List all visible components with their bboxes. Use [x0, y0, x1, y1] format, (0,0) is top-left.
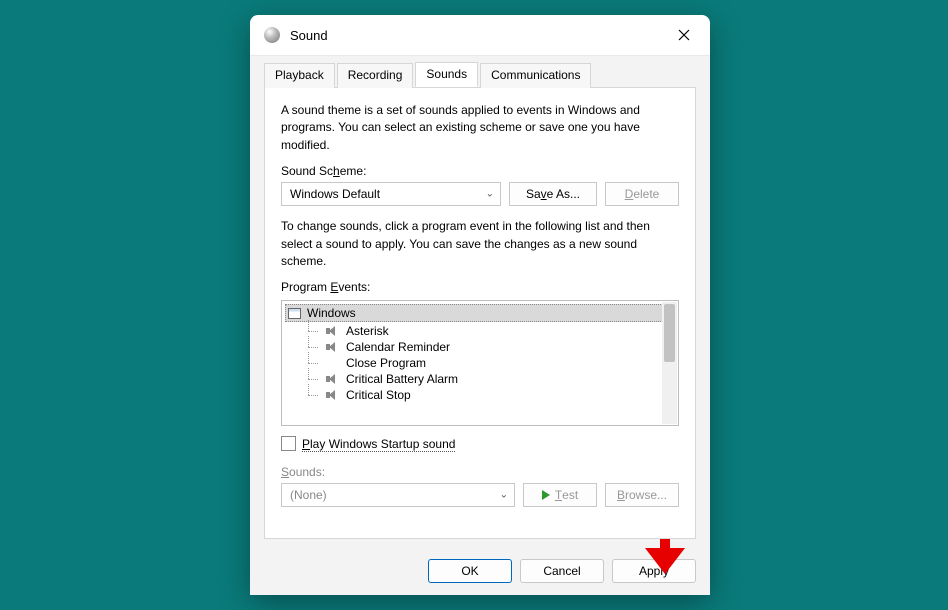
sound-scheme-value: Windows Default	[290, 187, 380, 201]
tree-item-label: Calendar Reminder	[346, 340, 450, 354]
tree-item-label: Critical Battery Alarm	[346, 372, 458, 386]
tree-item-label: Asterisk	[346, 324, 389, 338]
tab-playback[interactable]: Playback	[264, 63, 335, 88]
speaker-icon	[326, 341, 340, 353]
ok-label: OK	[461, 564, 478, 578]
close-button[interactable]	[662, 19, 706, 51]
close-icon	[678, 29, 690, 41]
tree-item[interactable]: Asterisk	[284, 323, 676, 339]
speaker-icon	[326, 325, 340, 337]
speaker-icon	[326, 357, 340, 369]
change-sounds-text: To change sounds, click a program event …	[281, 218, 679, 270]
play-startup-label[interactable]: Play Windows Startup sound	[302, 437, 455, 451]
chevron-down-icon: ⌄	[500, 490, 508, 501]
test-button: Test	[523, 483, 597, 507]
cancel-label: Cancel	[543, 564, 580, 578]
save-as-button[interactable]: Save As...	[509, 182, 597, 206]
tree-root-windows[interactable]: Windows	[285, 304, 675, 322]
sound-dialog: Sound Playback Recording Sounds Communic…	[250, 15, 710, 595]
tab-sounds-label: Sounds	[426, 67, 467, 81]
annotation-arrow-head	[645, 548, 685, 574]
tab-communications[interactable]: Communications	[480, 63, 591, 88]
dialog-footer: OK Cancel Apply	[250, 549, 710, 595]
play-icon	[542, 490, 550, 500]
tree-item[interactable]: Close Program	[284, 355, 676, 371]
sound-scheme-select[interactable]: Windows Default ⌄	[281, 182, 501, 206]
dialog-title: Sound	[290, 28, 662, 43]
tree-root-label: Windows	[307, 306, 356, 320]
tree-item[interactable]: Critical Stop	[284, 387, 676, 403]
titlebar: Sound	[250, 15, 710, 55]
tree-line	[304, 372, 320, 386]
scrollbar-thumb[interactable]	[664, 304, 675, 362]
tree-line	[304, 356, 320, 370]
tree-line	[304, 340, 320, 354]
tab-pane-sounds: A sound theme is a set of sounds applied…	[264, 87, 696, 539]
tree-line	[304, 324, 320, 338]
tab-playback-label: Playback	[275, 68, 324, 82]
sounds-select: (None) ⌄	[281, 483, 515, 507]
tab-recording-label: Recording	[348, 68, 403, 82]
tree-item-label: Close Program	[346, 356, 426, 370]
speaker-icon	[326, 389, 340, 401]
scrollbar[interactable]	[662, 302, 677, 424]
tab-strip: Playback Recording Sounds Communications	[264, 62, 696, 87]
speaker-icon	[326, 373, 340, 385]
cancel-button[interactable]: Cancel	[520, 559, 604, 583]
tree-item[interactable]: Calendar Reminder	[284, 339, 676, 355]
browse-button: Browse...	[605, 483, 679, 507]
delete-button: Delete	[605, 182, 679, 206]
sounds-value: (None)	[290, 488, 327, 502]
tab-sounds[interactable]: Sounds	[415, 62, 478, 87]
tree-item-label: Critical Stop	[346, 388, 411, 402]
chevron-down-icon: ⌄	[486, 189, 494, 200]
intro-text: A sound theme is a set of sounds applied…	[281, 102, 679, 154]
program-events-label: Program Events:	[281, 280, 679, 294]
play-startup-checkbox[interactable]	[281, 436, 296, 451]
sounds-label: Sounds:	[281, 465, 679, 479]
dialog-body: Playback Recording Sounds Communications…	[250, 55, 710, 549]
tree-item[interactable]: Critical Battery Alarm	[284, 371, 676, 387]
sound-scheme-label: Sound Scheme:	[281, 164, 679, 178]
tab-recording[interactable]: Recording	[337, 63, 414, 88]
ok-button[interactable]: OK	[428, 559, 512, 583]
tree-line	[304, 388, 320, 402]
program-events-list[interactable]: Windows Asterisk Calendar Reminder Close P…	[281, 300, 679, 426]
tab-communications-label: Communications	[491, 68, 580, 82]
sound-icon	[264, 27, 280, 43]
windows-icon	[288, 308, 301, 319]
